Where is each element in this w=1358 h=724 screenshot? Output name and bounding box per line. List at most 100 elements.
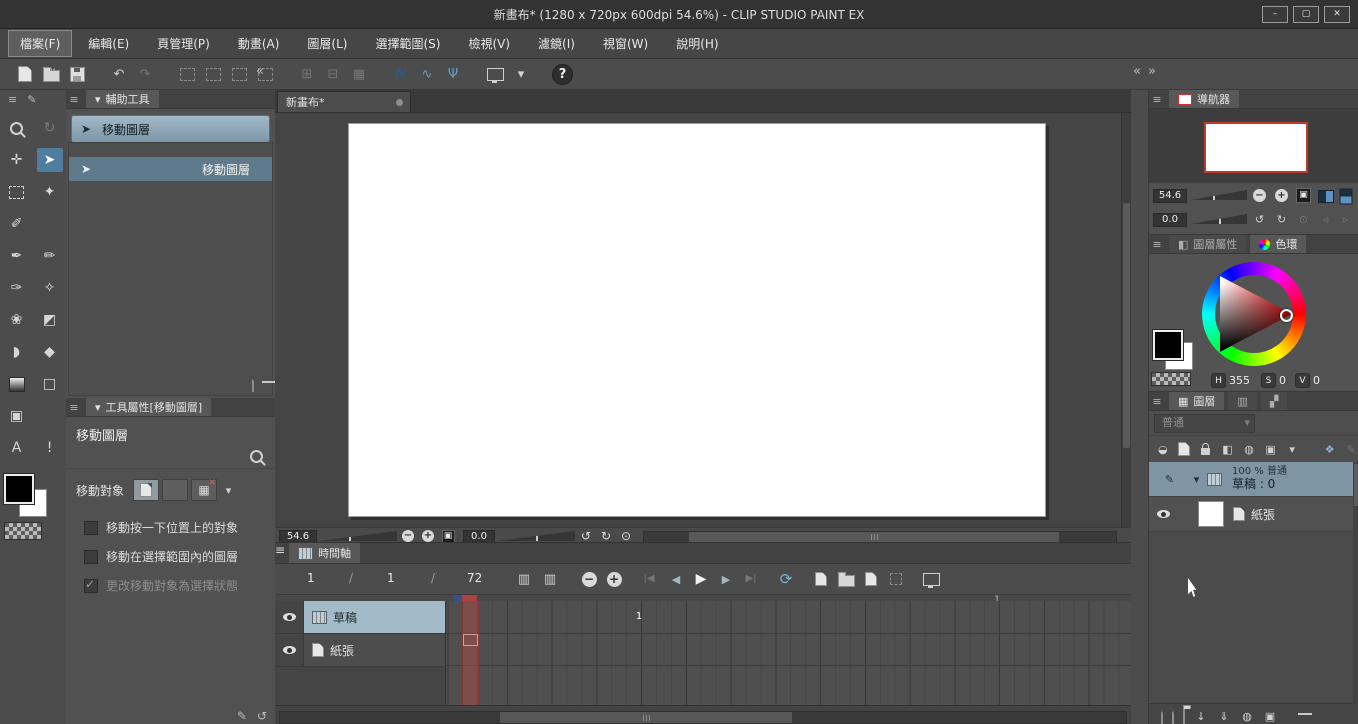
eraser-tool[interactable]: ◩	[37, 308, 63, 332]
subtool-group-layer-move[interactable]: ➤ 移動圖層	[71, 115, 270, 143]
navigator-preview[interactable]	[1149, 109, 1358, 183]
layer-tab[interactable]: ▦ 圖層	[1169, 392, 1225, 410]
layer-panel-menu-icon[interactable]: ≡	[1149, 392, 1165, 410]
decoration-tool[interactable]: ❀	[4, 308, 30, 332]
curve-ruler-icon[interactable]: ∿	[416, 63, 438, 85]
search-layer-tab[interactable]: ▞	[1260, 392, 1288, 410]
clip-to-layer-below-icon[interactable]: ◒	[1155, 441, 1171, 458]
color-indicator[interactable]	[1280, 309, 1293, 322]
navigator-zoom-value[interactable]: 54.6	[1153, 189, 1187, 203]
document-tab[interactable]: 新畫布*	[277, 91, 411, 112]
next-frame-icon[interactable]: ▶	[715, 568, 737, 590]
menu-window[interactable]: 視窗(W)	[591, 30, 660, 57]
view-mode-icon[interactable]	[484, 63, 506, 85]
move-tool[interactable]: ✛	[4, 148, 30, 172]
navigator-rotate-right-icon[interactable]: ↻	[1273, 211, 1290, 228]
navigator-rotation-value[interactable]: 0.0	[1153, 213, 1187, 227]
expand-folder-icon[interactable]: ▾	[1188, 471, 1205, 488]
render-preview-icon[interactable]	[920, 568, 942, 590]
tool-property-menu-icon[interactable]: ≡	[66, 398, 82, 416]
search-settings-icon[interactable]	[250, 449, 263, 463]
rotation-slider[interactable]	[497, 531, 575, 541]
tool-panel-tab-icon[interactable]: ✎	[27, 93, 36, 106]
layer-thumbnail[interactable]	[1198, 501, 1224, 527]
menu-selection[interactable]: 選擇範圍(S)	[363, 30, 452, 57]
new-raster-layer-icon[interactable]	[1161, 708, 1163, 724]
layer-row-paper[interactable]: 紙張	[1149, 497, 1358, 532]
navigator-menu-icon[interactable]: ≡	[1149, 90, 1165, 108]
timeline-zoom-in-icon[interactable]: +	[603, 568, 625, 590]
canvas-viewport[interactable]	[275, 113, 1131, 527]
layer-property-tab[interactable]: ◧ 圖層屬性	[1169, 235, 1247, 253]
layer-scroll-handle[interactable]	[1354, 464, 1358, 506]
lock-transparent-pixels-icon[interactable]: ◧	[1220, 441, 1236, 458]
navigator-fit-icon[interactable]: ▣	[1295, 187, 1312, 204]
color-wheel-tab[interactable]: 色環	[1250, 235, 1307, 253]
menu-file[interactable]: 檔案(F)	[8, 30, 73, 57]
tool-property-tab[interactable]: ▾ 工具屬性[移動圖層]	[86, 398, 212, 416]
subtool-panel-menu-icon[interactable]: ≡	[66, 90, 82, 108]
onion-skin-prev-icon[interactable]: ▥	[513, 568, 535, 590]
timeline-scrollbar[interactable]	[275, 705, 1131, 724]
blend-tool[interactable]: ◗	[4, 340, 30, 364]
two-pane-tab[interactable]: ▥	[1228, 392, 1257, 410]
layer-color-icon[interactable]: ❖	[1322, 441, 1338, 458]
specify-cel-icon[interactable]	[860, 568, 882, 590]
menu-view[interactable]: 檢視(V)	[456, 30, 522, 57]
move-target-dropdown-icon[interactable]: ▾	[220, 482, 237, 499]
current-frame-value[interactable]: 1	[387, 571, 395, 585]
track-row-paper[interactable]: 紙張	[275, 634, 445, 667]
new-vector-layer-icon[interactable]	[1172, 708, 1174, 724]
menu-layer[interactable]: 圖層(L)	[295, 30, 359, 57]
create-mask-icon[interactable]: ◍	[1240, 708, 1254, 724]
timeline-scroll-handle[interactable]	[500, 712, 792, 723]
layer-name[interactable]: 草稿 : 0	[1232, 477, 1287, 492]
edit-layer-icon[interactable]: ✎	[1344, 441, 1358, 458]
new-animation-cel-icon[interactable]	[810, 568, 832, 590]
playhead-column[interactable]	[462, 601, 479, 706]
merge-to-lower-icon[interactable]: ⇓	[1217, 708, 1231, 724]
close-button[interactable]: ✕	[1324, 6, 1350, 23]
menu-page-manage[interactable]: 頁管理(P)	[145, 30, 222, 57]
navigator-zoom-out-icon[interactable]: −	[1251, 187, 1268, 204]
view-mode-dropdown-icon[interactable]: ▾	[510, 63, 532, 85]
layer-name[interactable]: 紙張	[1251, 506, 1275, 523]
layer-list-scrollbar[interactable]	[1353, 462, 1358, 704]
timeline-zoom-out-icon[interactable]: −	[578, 568, 600, 590]
main-color-swatch[interactable]	[3, 473, 35, 505]
draft-layer-icon[interactable]	[1177, 441, 1193, 458]
go-to-end-icon[interactable]: ▶|	[740, 568, 762, 590]
checkbox-move-layer-in-selection[interactable]	[84, 549, 98, 564]
save-file-icon[interactable]	[66, 63, 88, 85]
canvas-vertical-scrollbar[interactable]	[1121, 113, 1131, 527]
zoom-slider[interactable]	[319, 531, 397, 541]
navigator-reset-rotation-icon[interactable]: ⊙	[1295, 211, 1312, 228]
onion-skin-next-icon[interactable]: ▥	[539, 568, 561, 590]
transparent-color-swatch[interactable]	[4, 522, 42, 540]
maximize-button[interactable]: ▢	[1293, 6, 1319, 23]
layer-visibility-toggle[interactable]	[1157, 510, 1170, 518]
marquee-select-tool[interactable]	[4, 180, 30, 204]
loop-play-icon[interactable]: ⟳	[775, 568, 797, 590]
navigator-zoom-slider[interactable]	[1191, 190, 1247, 200]
play-icon[interactable]: ▶	[690, 568, 712, 590]
register-settings-icon[interactable]: ✎	[237, 709, 247, 723]
move-target-transparent-button[interactable]	[162, 479, 189, 501]
navigator-rotate-left-icon[interactable]: ↺	[1251, 211, 1268, 228]
layer-toolbar-dropdown-icon[interactable]: ▾	[1284, 441, 1300, 458]
undo-icon[interactable]: ↶	[108, 63, 130, 85]
collapse-subtool-panel-icon[interactable]: «	[256, 64, 264, 79]
new-layer-folder-icon[interactable]	[1183, 708, 1185, 724]
transfer-to-lower-icon[interactable]: ↓	[1194, 708, 1208, 724]
drawing-canvas[interactable]	[348, 123, 1046, 517]
track-visibility-toggle[interactable]	[275, 634, 304, 666]
navigator-tab[interactable]: 導航器	[1169, 90, 1239, 108]
subtool-tab[interactable]: ▾ 輔助工具	[86, 90, 159, 108]
apply-mask-icon[interactable]: ▣	[1263, 708, 1277, 724]
flip-vertical-icon[interactable]	[1337, 188, 1354, 205]
move-target-grid-button[interactable]: ▦ ✕	[191, 478, 218, 501]
transparent-swatch[interactable]	[1151, 372, 1191, 386]
pen-tool[interactable]: ✒	[4, 244, 30, 268]
rotate-canvas-tool[interactable]: ↻	[37, 116, 63, 140]
brush-tool[interactable]: ✑	[4, 276, 30, 300]
